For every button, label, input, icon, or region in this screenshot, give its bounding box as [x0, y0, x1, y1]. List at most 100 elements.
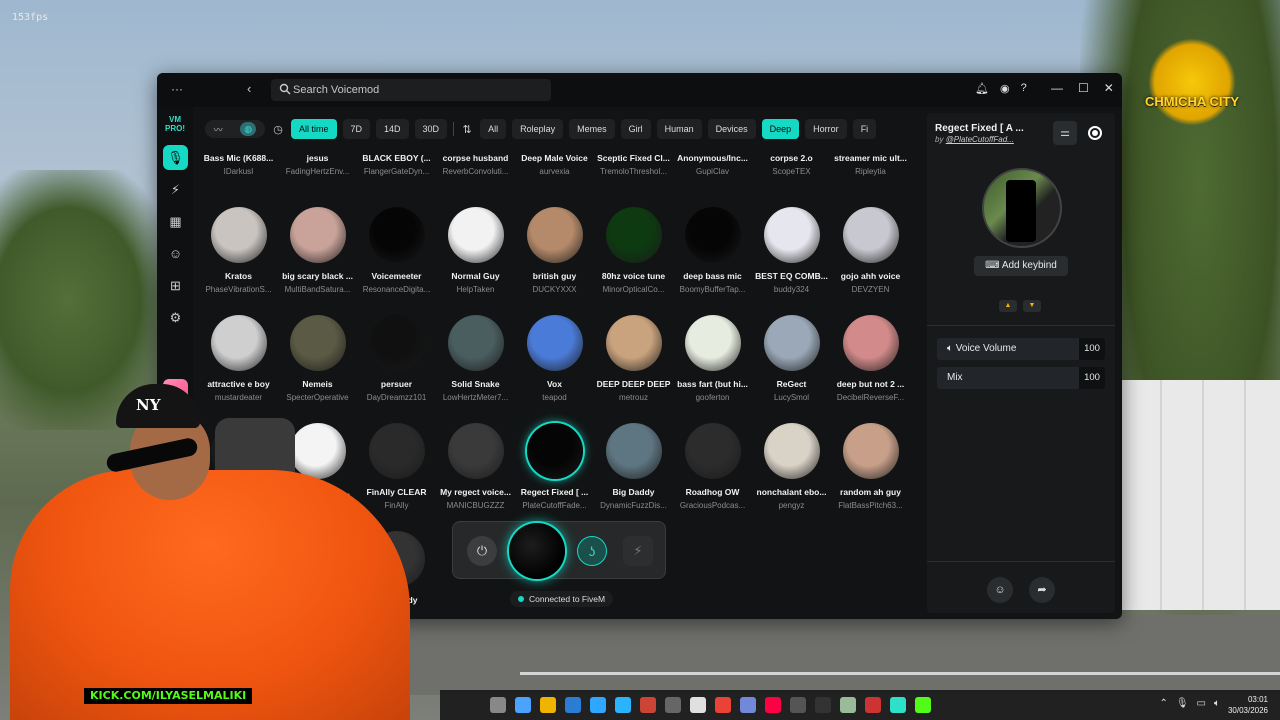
- tray-network-icon[interactable]: ▭: [1197, 698, 1206, 709]
- back-icon[interactable]: ‹: [247, 81, 251, 96]
- sidebar-item-effects-lightning-icon[interactable]: ⚡︎: [163, 177, 188, 202]
- thumbs-down-icon[interactable]: ▼: [1023, 300, 1041, 312]
- effects-lightning-icon[interactable]: ⚡︎: [623, 536, 653, 566]
- voice-card[interactable]: My regect voice... MANICBUGZZZ: [436, 423, 515, 510]
- voice-avatar[interactable]: [684, 423, 741, 479]
- chip-deep[interactable]: Deep: [761, 119, 800, 139]
- tray-volume-icon[interactable]: 🔈︎: [1214, 698, 1220, 709]
- taskbar-app-icon[interactable]: [915, 697, 931, 713]
- voice-card[interactable]: DEEP DEEP DEEP metrouz: [594, 315, 673, 402]
- selected-voice-avatar[interactable]: [509, 523, 565, 579]
- voice-card[interactable]: Sceptic Fixed Cl... TremoloThreshol...: [594, 153, 673, 176]
- sidebar-item-apps-grid-icon[interactable]: ▦: [163, 209, 188, 234]
- voice-card[interactable]: deep bass mic BoomyBufferTap...: [673, 207, 752, 294]
- voice-avatar[interactable]: [842, 423, 899, 479]
- record-icon[interactable]: [1088, 126, 1102, 140]
- chip-7d[interactable]: 7D: [342, 119, 371, 139]
- voice-avatar[interactable]: [447, 315, 504, 371]
- maximize-button[interactable]: ☐: [1078, 81, 1089, 95]
- taskbar-app-icon[interactable]: [665, 697, 681, 713]
- globe-icon[interactable]: ◍: [240, 122, 257, 136]
- chip-memes[interactable]: Memes: [569, 119, 615, 139]
- equalizer-settings-icon[interactable]: ⚌: [1053, 121, 1077, 145]
- search-input[interactable]: [293, 79, 543, 101]
- discord-icon[interactable]: ◉: [1000, 82, 1010, 95]
- taskbar-app-icon[interactable]: [640, 697, 656, 713]
- panel-voice-author[interactable]: by @PlateCutoffFad...: [935, 135, 1045, 144]
- voice-avatar[interactable]: [368, 315, 425, 371]
- bell-icon[interactable]: 🔔︎: [975, 82, 989, 95]
- taskbar-voicemod-icon[interactable]: [890, 697, 906, 713]
- help-icon[interactable]: ?: [1021, 82, 1027, 95]
- voice-card[interactable]: Voicemeeter ResonanceDigita...: [357, 207, 436, 294]
- chip-all[interactable]: All: [480, 119, 507, 139]
- voice-avatar[interactable]: [842, 315, 899, 371]
- taskbar-explorer-icon[interactable]: [540, 697, 556, 713]
- power-icon[interactable]: ⏻: [467, 536, 497, 566]
- mix-control[interactable]: Mix 100: [937, 367, 1105, 389]
- voice-avatar[interactable]: [447, 423, 504, 479]
- chip-all-time[interactable]: All time: [291, 119, 337, 139]
- voice-card[interactable]: persuer DayDreamzz101: [357, 315, 436, 402]
- taskbar-discord-icon[interactable]: [740, 697, 756, 713]
- taskbar-app-icon[interactable]: [865, 697, 881, 713]
- voice-avatar[interactable]: [289, 423, 346, 479]
- chip-14d[interactable]: 14D: [376, 119, 409, 139]
- voice-card[interactable]: Nemeis SpecterOperative: [278, 315, 357, 402]
- voice-card[interactable]: Bass Mic (K688... IDarkusI: [199, 153, 278, 176]
- sidebar-item-voices-mic-icon[interactable]: 🎙︎: [163, 145, 188, 170]
- voice-card[interactable]: Regect Fixed [ ... PlateCutoffFade...: [515, 423, 594, 510]
- menu-dots-icon[interactable]: ···: [171, 82, 183, 96]
- voice-card[interactable]: Big Daddy DynamicFuzzDis...: [594, 423, 673, 510]
- voice-avatar[interactable]: [763, 315, 820, 371]
- chip-fi[interactable]: Fi: [852, 119, 877, 139]
- voice-avatar[interactable]: [763, 423, 820, 479]
- thumbs-up-icon[interactable]: ▲: [999, 300, 1017, 312]
- voice-card[interactable]: Vox teapod: [515, 315, 594, 402]
- voice-card[interactable]: big scary black ... MultiBandSatura...: [278, 207, 357, 294]
- sort-icon[interactable]: ⇅: [460, 123, 474, 136]
- voice-avatar[interactable]: [684, 315, 741, 371]
- voice-card[interactable]: BLACK EBOY (... FlangerGateDyn...: [357, 153, 436, 176]
- add-keybind-button[interactable]: ⌨ Add keybind: [974, 256, 1068, 276]
- voice-avatar[interactable]: [605, 315, 662, 371]
- voice-card[interactable]: Roadhog OW GraciousPodcas...: [673, 423, 752, 510]
- sidebar-item-settings-gear-icon[interactable]: ⚙: [163, 305, 188, 330]
- voice-card[interactable]: BEST EQ COMB... buddy324: [752, 207, 831, 294]
- tray-mic-icon[interactable]: 🎙︎: [1176, 698, 1189, 709]
- hear-myself-ear-icon[interactable]: ʖ: [577, 536, 607, 566]
- taskbar-app-icon[interactable]: [765, 697, 781, 713]
- voice-avatar[interactable]: [763, 207, 820, 263]
- chip-human[interactable]: Human: [656, 119, 702, 139]
- taskbar-copilot-icon[interactable]: [515, 697, 531, 713]
- voice-card[interactable]: FinAlly CLEAR FinAlly: [357, 423, 436, 510]
- voice-avatar[interactable]: [605, 207, 662, 263]
- voice-avatar[interactable]: [447, 207, 504, 263]
- chip-devices[interactable]: Devices: [707, 119, 756, 139]
- voice-card[interactable]: gojo ahh voice DEVZYEN: [831, 207, 910, 294]
- chip-girl[interactable]: Girl: [620, 119, 651, 139]
- voice-card[interactable]: Deep Male Voice aurvexia: [515, 153, 594, 176]
- voice-card[interactable]: corpse husband ReverbConvoluti...: [436, 153, 515, 176]
- minimize-button[interactable]: —: [1051, 81, 1063, 95]
- taskbar-game-icon[interactable]: [715, 697, 731, 713]
- taskbar-app-icon[interactable]: [815, 697, 831, 713]
- taskbar-taskview-icon[interactable]: [490, 697, 506, 713]
- taskbar-store-icon[interactable]: [590, 697, 606, 713]
- voice-avatar[interactable]: [368, 423, 425, 479]
- voice-card[interactable]: 80hz voice tune MinorOpticalCo...: [594, 207, 673, 294]
- voice-card[interactable]: Kratos PhaseVibrationS...: [199, 207, 278, 294]
- taskbar-app-icon[interactable]: [790, 697, 806, 713]
- close-button[interactable]: ✕: [1104, 81, 1114, 95]
- voice-card[interactable]: random ah guy FlatBassPitch63...: [831, 423, 910, 510]
- voice-card[interactable]: Anonymous/Inc... GupiClav: [673, 153, 752, 176]
- voice-volume-control[interactable]: 🔈︎ Voice Volume 100: [937, 338, 1105, 360]
- voice-avatar[interactable]: [210, 207, 267, 263]
- voice-card[interactable]: Solid Snake LowHertzMeter7...: [436, 315, 515, 402]
- chip-horror[interactable]: Horror: [805, 119, 847, 139]
- voice-avatar[interactable]: [526, 315, 583, 371]
- taskbar-chrome-icon[interactable]: [690, 697, 706, 713]
- taskbar-outlook-icon[interactable]: [615, 697, 631, 713]
- voice-card[interactable]: nonchalant ebo... pengyz: [752, 423, 831, 510]
- sidebar-item-avatar-icon[interactable]: ☺: [163, 241, 188, 266]
